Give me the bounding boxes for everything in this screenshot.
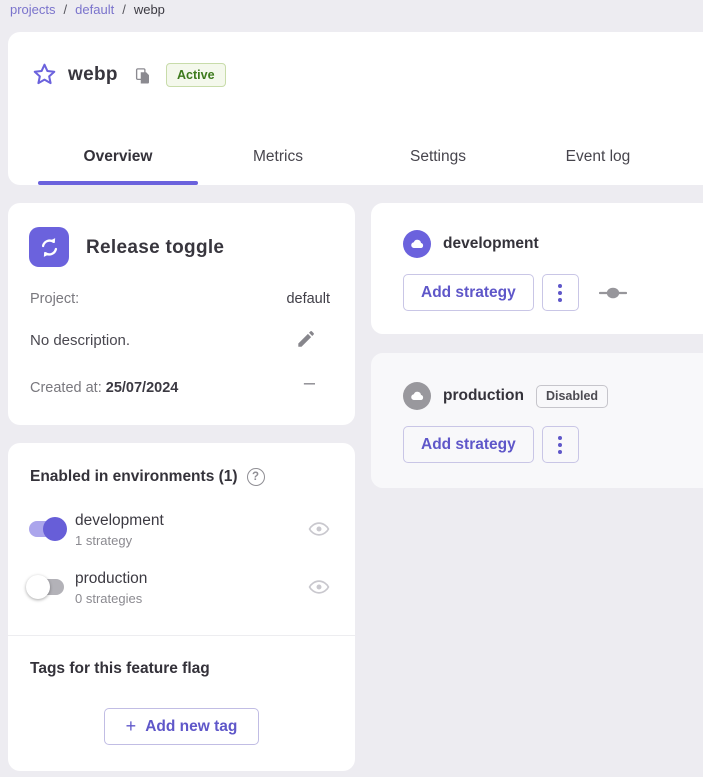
production-card-header: production Disabled	[403, 382, 608, 410]
add-new-tag-label: Add new tag	[145, 718, 237, 736]
breadcrumb-projects[interactable]: projects	[10, 2, 56, 17]
eye-icon[interactable]	[308, 518, 330, 540]
toggle-thumb	[43, 517, 67, 541]
tab-metrics[interactable]: Metrics	[198, 129, 358, 185]
breadcrumb-default[interactable]: default	[75, 2, 114, 17]
tab-event-log[interactable]: Event log	[518, 129, 678, 185]
breadcrumb: projects / default / webp	[10, 1, 165, 18]
development-card-header: development	[403, 230, 539, 258]
production-toggle[interactable]	[26, 575, 67, 599]
tab-overview[interactable]: Overview	[38, 129, 198, 185]
toggle-thumb	[26, 575, 50, 599]
feature-header-card: webp Active Overview Metrics Settings Ev…	[8, 32, 703, 185]
environment-row-production: production 0 strategies	[8, 569, 355, 615]
created-at-row: Created at:25/07/2024	[30, 380, 178, 396]
production-environment-card: production Disabled Add strategy	[371, 353, 703, 488]
development-environment-card: development Add strategy	[371, 203, 703, 334]
app-root: projects / default / webp webp Active Ov…	[0, 0, 703, 777]
page-title: webp	[68, 64, 118, 86]
production-card-actions: Add strategy	[403, 426, 579, 463]
environments-title-row: Enabled in environments (1) ?	[30, 468, 265, 486]
help-icon[interactable]: ?	[247, 468, 265, 486]
status-badge: Active	[166, 63, 226, 87]
tags-title: Tags for this feature flag	[30, 660, 210, 678]
add-strategy-button[interactable]: Add strategy	[403, 426, 534, 463]
lifecycle-stage-icon[interactable]	[599, 287, 627, 299]
kebab-menu-button[interactable]	[542, 426, 579, 463]
environment-row-development: development 1 strategy	[8, 511, 355, 557]
description-text: No description.	[30, 332, 130, 349]
favorite-star-icon[interactable]	[31, 61, 58, 88]
cloud-icon	[403, 230, 431, 258]
add-strategy-button[interactable]: Add strategy	[403, 274, 534, 311]
environments-title: Enabled in environments (1)	[30, 468, 238, 486]
project-label: Project:	[30, 291, 79, 307]
plus-icon: +	[126, 716, 137, 737]
edit-description-icon[interactable]	[295, 328, 317, 350]
section-divider	[8, 635, 355, 636]
environment-name: production	[75, 570, 147, 588]
copy-name-icon[interactable]	[134, 67, 152, 85]
feature-type-label: Release toggle	[86, 237, 224, 259]
environments-card: Enabled in environments (1) ? developmen…	[8, 443, 355, 771]
eye-icon[interactable]	[308, 576, 330, 598]
kebab-menu-button[interactable]	[542, 274, 579, 311]
environment-name: development	[75, 512, 164, 530]
disabled-badge: Disabled	[536, 385, 608, 408]
project-value: default	[286, 291, 330, 307]
development-card-actions: Add strategy	[403, 274, 627, 311]
environment-strategy-count: 0 strategies	[75, 591, 142, 606]
breadcrumb-separator: /	[122, 2, 126, 17]
active-tab-indicator	[38, 181, 198, 185]
environment-card-name: development	[443, 235, 539, 253]
add-new-tag-button[interactable]: + Add new tag	[104, 708, 259, 745]
environment-strategy-count: 1 strategy	[75, 533, 132, 548]
cloud-icon	[403, 382, 431, 410]
tab-settings[interactable]: Settings	[358, 129, 518, 185]
created-at-label: Created at:	[30, 380, 102, 396]
minus-icon[interactable]: –	[304, 372, 315, 395]
created-at-value: 25/07/2024	[106, 380, 179, 396]
tab-bar: Overview Metrics Settings Event log	[38, 129, 678, 185]
environment-card-name: production	[443, 387, 524, 405]
release-toggle-icon	[29, 227, 69, 267]
development-toggle[interactable]	[26, 517, 67, 541]
breadcrumb-separator: /	[64, 2, 68, 17]
breadcrumb-current: webp	[134, 2, 165, 17]
feature-meta-card: Release toggle Project: default No descr…	[8, 203, 355, 425]
